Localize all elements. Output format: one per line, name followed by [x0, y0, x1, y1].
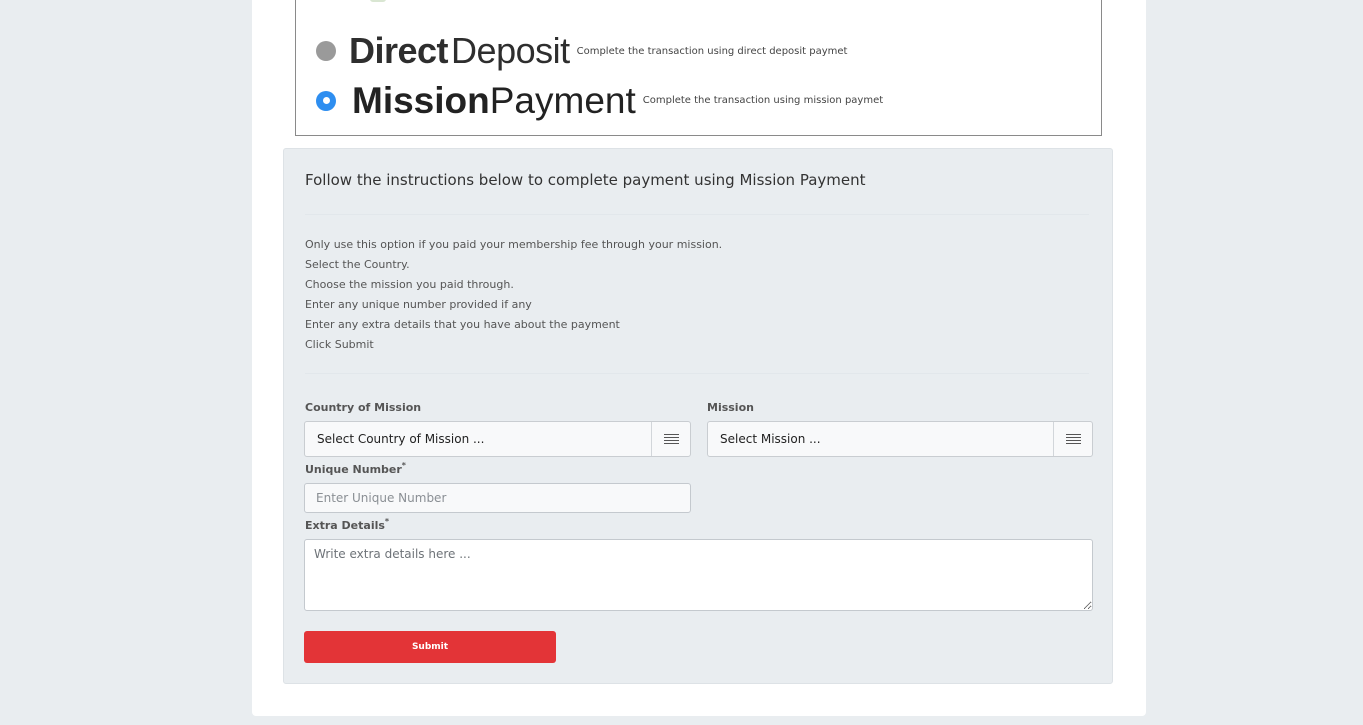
mission-payment-logo-light: Payment [489, 80, 636, 121]
payment-option-mission-payment[interactable]: MissionPayment Complete the transaction … [316, 82, 883, 119]
direct-deposit-radio[interactable] [316, 41, 336, 61]
list-icon [663, 433, 679, 445]
mission-payment-logo: MissionPayment [352, 82, 636, 119]
mission-select[interactable]: Select Mission ... [707, 421, 1093, 457]
country-select-toggle[interactable] [651, 422, 690, 456]
mission-payment-panel: Follow the instructions below to complet… [283, 148, 1113, 684]
extra-details-label: Extra Details* [305, 517, 390, 532]
extra-details-textarea[interactable] [304, 539, 1093, 611]
required-mark: * [384, 517, 390, 526]
instruction-step: Select the Country. [305, 258, 410, 271]
direct-deposit-logo: DirectDeposit [349, 33, 570, 69]
direct-deposit-description: Complete the transaction using direct de… [576, 45, 848, 57]
divider [305, 373, 1089, 374]
unique-number-label: Unique Number* [305, 461, 406, 476]
instruction-step: Enter any extra details that you have ab… [305, 318, 620, 331]
instruction-step: Only use this option if you paid your me… [305, 238, 723, 251]
mission-value: Select Mission ... [720, 432, 821, 446]
required-mark: * [401, 461, 406, 470]
country-of-mission-value: Select Country of Mission ... [317, 432, 485, 446]
mission-select-toggle[interactable] [1053, 422, 1092, 456]
instruction-step: Click Submit [305, 338, 374, 351]
country-of-mission-label: Country of Mission [305, 401, 422, 414]
submit-button[interactable]: Submit [304, 631, 556, 663]
extra-details-label-text: Extra Details [305, 519, 385, 532]
payment-option-logo-partial [370, 0, 386, 2]
instruction-step: Choose the mission you paid through. [305, 278, 514, 291]
mission-payment-radio[interactable] [316, 90, 336, 111]
instructions-list: Only use this option if you paid your me… [305, 235, 722, 355]
divider [305, 214, 1089, 215]
mission-payment-logo-bold: Mission [352, 80, 490, 121]
direct-deposit-logo-light: Deposit [451, 30, 570, 71]
unique-number-input[interactable] [304, 483, 691, 513]
mission-payment-description: Complete the transaction using mission p… [642, 95, 884, 106]
list-icon [1065, 433, 1081, 445]
direct-deposit-logo-bold: Direct [349, 30, 449, 71]
payment-option-direct-deposit[interactable]: DirectDeposit Complete the transaction u… [316, 33, 847, 69]
unique-number-label-text: Unique Number [305, 463, 402, 476]
country-of-mission-select[interactable]: Select Country of Mission ... [304, 421, 691, 457]
instructions-title: Follow the instructions below to complet… [305, 171, 866, 189]
instruction-step: Enter any unique number provided if any [305, 298, 532, 311]
payment-options-box: DirectDeposit Complete the transaction u… [295, 0, 1102, 136]
mission-label: Mission [707, 401, 754, 414]
radio-selected-dot [322, 97, 330, 104]
